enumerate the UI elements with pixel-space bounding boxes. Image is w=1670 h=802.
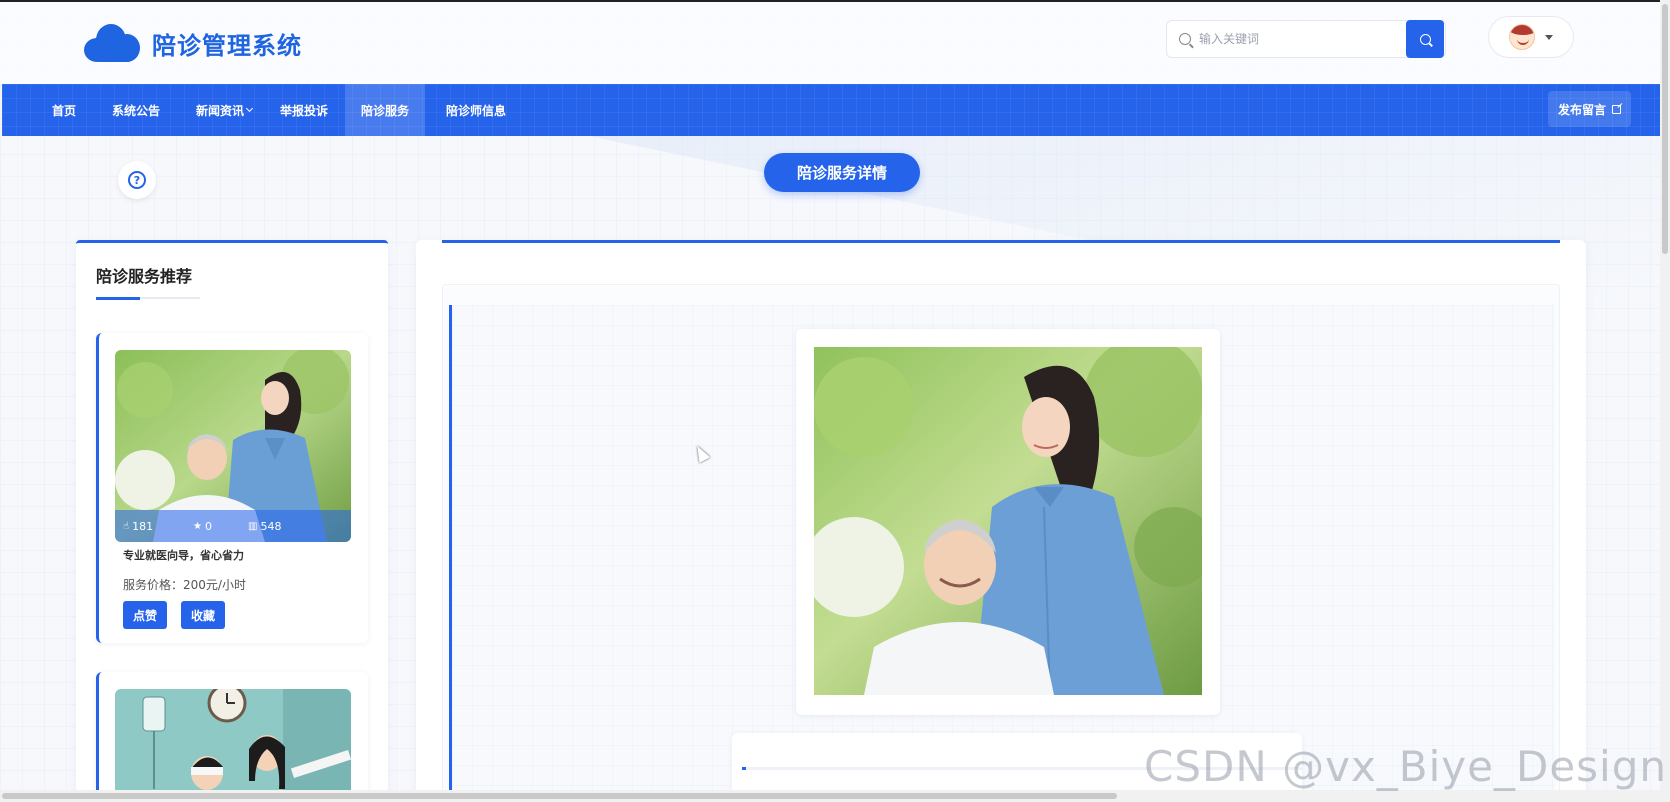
nav-item-reports[interactable]: 举报投诉 bbox=[264, 84, 344, 136]
search-button[interactable] bbox=[1406, 20, 1444, 58]
nav-label: 新闻资讯 bbox=[196, 103, 245, 118]
search-icon bbox=[1419, 33, 1431, 45]
site-title: 陪诊管理系统 bbox=[152, 31, 302, 60]
caret-down-icon bbox=[1545, 34, 1553, 40]
service-image[interactable]: ☝ 181 ★ 0 ▥ 548 bbox=[115, 350, 351, 542]
recommend-sidebar: 陪诊服务推荐 ☝ 181 ★ 0 ▥ 548 专业就医向导，省心省力 服务价格：… bbox=[76, 240, 388, 802]
like-count: ☝ 181 bbox=[123, 520, 153, 533]
nav-item-announcements[interactable]: 系统公告 bbox=[96, 84, 176, 136]
nav-label: 陪诊服务 bbox=[361, 103, 410, 118]
help-button[interactable]: ? bbox=[118, 161, 156, 199]
search-box[interactable] bbox=[1166, 20, 1446, 58]
external-link-icon bbox=[1612, 104, 1622, 114]
cloud-logo-icon bbox=[84, 22, 142, 64]
view-count: ▥ 548 bbox=[248, 520, 281, 533]
star-count-value: 0 bbox=[204, 519, 212, 533]
clinic-illustration bbox=[115, 689, 351, 802]
search-icon bbox=[1179, 33, 1191, 45]
publish-message-button[interactable]: 发布留言 bbox=[1548, 91, 1632, 127]
nav-item-escort-service[interactable]: 陪诊服务 bbox=[345, 84, 426, 136]
main-accent-line bbox=[442, 240, 1560, 243]
horizontal-scrollbar[interactable] bbox=[0, 790, 1660, 802]
star-icon: ★ bbox=[193, 520, 202, 532]
sidebar-title: 陪诊服务推荐 bbox=[96, 267, 193, 286]
service-price: 服务价格：200元/小时 bbox=[123, 578, 246, 592]
thumbs-up-icon: ☝ bbox=[123, 520, 130, 532]
like-count-value: 181 bbox=[132, 519, 154, 533]
detail-photo-frame bbox=[796, 329, 1220, 715]
scrollbar-thumb[interactable] bbox=[1662, 4, 1668, 254]
detail-panel bbox=[449, 305, 1555, 802]
nurse-elder-photo-large bbox=[814, 347, 1202, 695]
service-card[interactable]: ☝ 181 ★ 0 ▥ 548 专业就医向导，省心省力 服务价格：200元/小时 点赞… bbox=[96, 333, 368, 643]
user-menu[interactable] bbox=[1488, 16, 1574, 58]
search-input[interactable] bbox=[1199, 32, 1399, 46]
watermark: CSDN @vx_Biye_Design bbox=[1144, 742, 1667, 791]
question-icon: ? bbox=[128, 171, 146, 189]
detail-main bbox=[416, 240, 1586, 802]
publish-label: 发布留言 bbox=[1558, 102, 1607, 117]
card-stats: ☝ 181 ★ 0 ▥ 548 bbox=[115, 510, 351, 542]
service-description: 专业就医向导，省心省力 bbox=[123, 549, 244, 562]
vertical-scrollbar[interactable] bbox=[1660, 0, 1670, 802]
service-card[interactable] bbox=[96, 672, 368, 802]
title-underline bbox=[96, 297, 200, 300]
service-image[interactable] bbox=[115, 689, 351, 802]
detail-container bbox=[442, 284, 1560, 802]
nav-item-news[interactable]: 新闻资讯 bbox=[180, 84, 268, 136]
logo[interactable]: 陪诊管理系统 bbox=[84, 22, 302, 64]
main-nav: 首页 系统公告 新闻资讯 举报投诉 陪诊服务 陪诊师信息 发布留言 bbox=[2, 84, 1660, 136]
scrollbar-thumb[interactable] bbox=[2, 793, 1117, 799]
chevron-down-icon bbox=[245, 104, 254, 113]
view-count-value: 548 bbox=[260, 519, 282, 533]
detail-photo[interactable] bbox=[814, 347, 1202, 695]
nav-label: 首页 bbox=[52, 103, 77, 118]
like-button[interactable]: 点赞 bbox=[123, 601, 168, 629]
header: 陪诊管理系统 bbox=[0, 0, 1670, 84]
nav-label: 陪诊师信息 bbox=[446, 103, 507, 118]
nav-item-escort-staff[interactable]: 陪诊师信息 bbox=[430, 84, 522, 136]
favorite-button[interactable]: 收藏 bbox=[181, 601, 226, 629]
nav-label: 系统公告 bbox=[112, 103, 161, 118]
page-title: 陪诊服务详情 bbox=[764, 153, 920, 192]
star-count: ★ 0 bbox=[193, 520, 212, 533]
nav-item-home[interactable]: 首页 bbox=[36, 84, 92, 136]
views-icon: ▥ bbox=[248, 520, 258, 532]
nav-label: 举报投诉 bbox=[280, 103, 329, 118]
avatar bbox=[1509, 24, 1535, 50]
